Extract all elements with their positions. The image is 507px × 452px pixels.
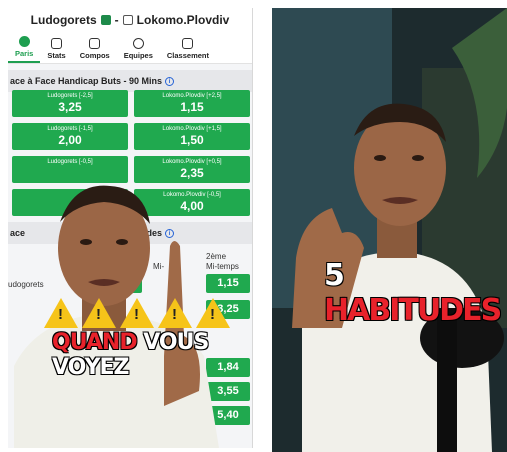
odds-label: Lokomo.Plovdiv [+1,5] <box>162 126 222 132</box>
presenter-right-image <box>272 8 507 452</box>
caption-right: 5 HABITUDES <box>324 258 507 328</box>
odds-label: Lokomo.Plovdiv [+2,5] <box>162 93 222 99</box>
tab-label: Classement <box>166 51 209 60</box>
warning-icon: ! <box>120 298 154 328</box>
odds-value: 3,25 <box>58 100 82 114</box>
info-icon[interactable]: i <box>165 76 175 86</box>
tab-equipes[interactable]: Equipes <box>117 38 160 63</box>
odds-button[interactable]: Ludogorets [-1,5] 2,00 <box>12 123 128 150</box>
warning-icons: ! ! ! ! ! <box>44 298 230 328</box>
stats-icon <box>51 38 63 49</box>
warning-icon: ! <box>196 298 230 328</box>
tab-stats[interactable]: Stats <box>40 38 72 63</box>
odds-label: Ludogorets [-0,5] <box>47 159 93 165</box>
betting-screen: Ludogorets - Lokomo.Plovdiv Paris Stats … <box>8 8 253 448</box>
odds-value: 1,15 <box>180 100 204 114</box>
caption-number: 5 <box>324 258 345 293</box>
warning-icon: ! <box>82 298 116 328</box>
home-team-name: Ludogorets <box>30 13 97 27</box>
bets-icon <box>18 36 30 47</box>
caption-highlight: HABITUDES <box>324 293 502 328</box>
odds-label: Ludogorets [-1,5] <box>47 126 93 132</box>
tab-label: Paris <box>15 49 34 58</box>
tab-compos[interactable]: Compos <box>73 38 117 63</box>
caption-left: QUAND VOUS VOYEZ <box>52 330 252 380</box>
away-jersey-icon <box>122 15 133 25</box>
tab-label: Stats <box>47 51 66 60</box>
odds-label: Lokomo.Plovdiv [+0,5] <box>162 159 222 165</box>
lineup-icon <box>89 38 101 49</box>
odds-button[interactable]: Ludogorets [-2,5] 3,25 <box>12 90 128 117</box>
warning-icon: ! <box>158 298 192 328</box>
warning-icon: ! <box>44 298 78 328</box>
odds-value: 2,00 <box>58 133 82 147</box>
teams-icon <box>132 38 144 49</box>
odds-value: 1,50 <box>180 133 204 147</box>
caption-highlight: QUAND <box>52 330 138 355</box>
odds-label: Ludogorets [-2,5] <box>47 93 93 99</box>
presenter-right-panel: 5 HABITUDES <box>272 8 507 452</box>
match-header: Ludogorets - Lokomo.Plovdiv <box>8 8 252 32</box>
tab-label: Equipes <box>123 51 153 60</box>
section-title: ace à Face Handicap Buts - 90 Mins <box>10 76 163 86</box>
tab-classement[interactable]: Classement <box>160 38 216 63</box>
section-handicap-title: ace à Face Handicap Buts - 90 Mins i <box>8 70 252 92</box>
home-jersey-icon <box>100 15 111 25</box>
ranking-icon <box>182 38 194 49</box>
tab-paris[interactable]: Paris <box>8 36 41 63</box>
match-tabs: Paris Stats Compos Equipes Classement <box>8 32 252 64</box>
tab-label: Compos <box>79 51 110 60</box>
header-separator: - <box>114 13 119 27</box>
odds-button[interactable]: Lokomo.Plovdiv [+1,5] 1,50 <box>134 123 250 150</box>
odds-button[interactable]: Lokomo.Plovdiv [+2,5] 1,15 <box>134 90 250 117</box>
away-team-name: Lokomo.Plovdiv <box>136 13 230 27</box>
